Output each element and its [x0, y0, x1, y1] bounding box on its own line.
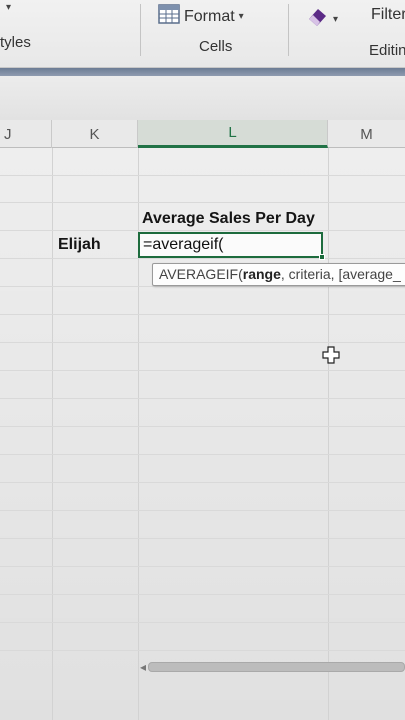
grid-line	[0, 482, 405, 483]
format-button[interactable]: Format ▾	[158, 4, 244, 29]
fill-handle[interactable]	[319, 254, 325, 260]
grid-line	[0, 510, 405, 511]
grid-line	[0, 175, 405, 176]
column-header-m[interactable]: M	[328, 120, 405, 148]
format-button-label: Format	[184, 7, 235, 25]
ribbon-bottom-band	[0, 68, 405, 76]
grid-line	[0, 622, 405, 623]
grid-line	[0, 258, 405, 259]
ribbon: ▾ tyles Format ▾ Cells ▾ Filter Editin	[0, 0, 405, 68]
grid-line	[52, 148, 53, 720]
grid-line	[0, 398, 405, 399]
grid-line	[0, 286, 405, 287]
editing-group-label: Editin	[369, 42, 405, 59]
clear-button[interactable]: ▾	[305, 6, 338, 33]
ribbon-separator	[140, 4, 141, 56]
scroll-left-icon[interactable]: ◂	[140, 660, 146, 674]
grid-line	[0, 426, 405, 427]
cell-select-cursor-icon	[322, 346, 340, 364]
formula-bar-area	[0, 76, 405, 120]
cells-group-label: Cells	[199, 38, 233, 55]
function-tooltip[interactable]: AVERAGEIF(range, criteria, [average_	[152, 263, 405, 286]
styles-group-label: tyles	[0, 34, 31, 51]
ribbon-separator	[288, 4, 289, 56]
column-headers: J K L M	[0, 120, 405, 148]
grid-line	[0, 650, 405, 651]
grid-line	[0, 538, 405, 539]
grid-line	[0, 370, 405, 371]
spreadsheet-grid[interactable]: Average Sales Per Day Elijah =averageif(…	[0, 148, 405, 720]
horizontal-scrollbar[interactable]	[148, 662, 405, 672]
grid-line	[328, 148, 329, 720]
tooltip-active-argument[interactable]: range	[243, 266, 281, 282]
tooltip-function-name[interactable]: AVERAGEIF(	[159, 266, 243, 282]
chevron-down-icon: ▾	[238, 11, 244, 22]
column-header-j[interactable]: J	[0, 120, 52, 148]
chevron-down-icon[interactable]: ▾	[6, 2, 11, 13]
grid-line	[0, 594, 405, 595]
filter-button-label[interactable]: Filter	[371, 6, 405, 24]
chevron-down-icon: ▾	[333, 14, 339, 25]
grid-line	[0, 342, 405, 343]
tooltip-remaining-args: , criteria, [average_	[280, 266, 401, 282]
grid-line	[0, 202, 405, 203]
grid-line	[0, 566, 405, 567]
grid-line	[0, 314, 405, 315]
eraser-icon	[305, 6, 329, 33]
column-header-k[interactable]: K	[52, 120, 138, 148]
column-header-l[interactable]: L	[138, 120, 328, 148]
grid-line	[0, 230, 405, 231]
grid-line	[0, 454, 405, 455]
active-cell-editor[interactable]: =averageif(	[138, 232, 323, 258]
format-table-icon	[158, 4, 180, 29]
cell-title[interactable]: Average Sales Per Day	[142, 210, 315, 228]
cell-name[interactable]: Elijah	[58, 236, 101, 254]
